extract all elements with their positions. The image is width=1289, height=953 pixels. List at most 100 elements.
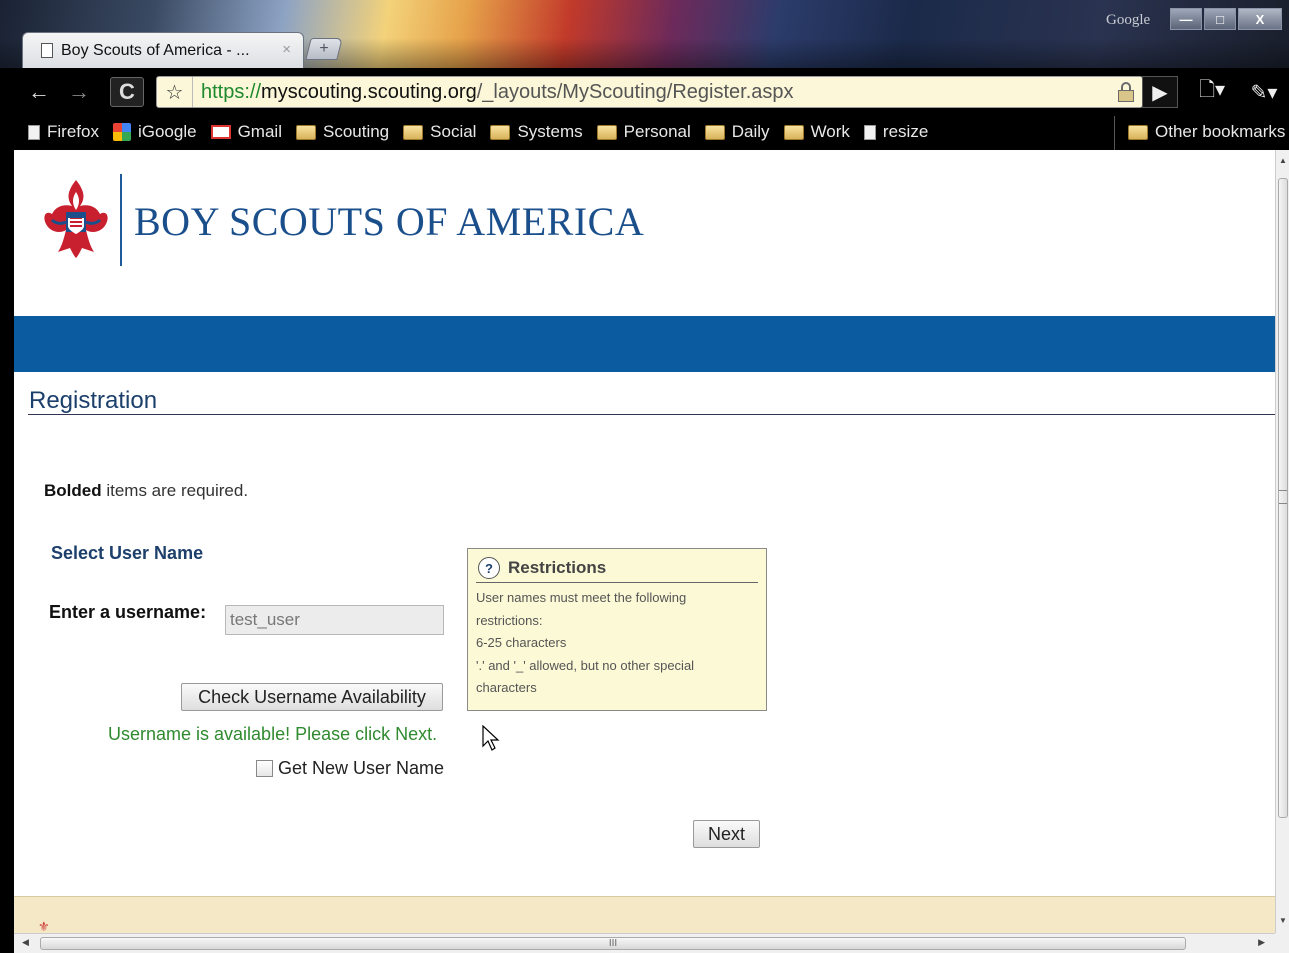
other-bookmarks[interactable]: Other bookmarks — [1128, 114, 1285, 150]
horizontal-scroll-thumb[interactable]: III — [40, 937, 1186, 950]
help-icon: ? — [478, 557, 500, 579]
mouse-pointer-icon — [482, 725, 500, 751]
bsa-fleur-de-lis-icon — [44, 180, 108, 258]
browser-toolbar: ← → C ☆ https://myscouting.scouting.org/… — [14, 68, 1289, 114]
restriction-line: restrictions: — [476, 612, 543, 628]
folder-icon — [1128, 124, 1148, 140]
required-note-rest: items are required. — [101, 481, 249, 500]
bookmark-star-icon[interactable]: ☆ — [157, 77, 193, 107]
restriction-line: 6-25 characters — [476, 635, 567, 650]
bookmark-resize[interactable]: resize — [863, 122, 929, 142]
bookmark-label: Daily — [731, 122, 770, 141]
scroll-left-icon[interactable]: ◀ — [22, 937, 29, 948]
brand-wordmark[interactable]: BOY SCOUTS OF AMERICA — [134, 198, 644, 245]
plus-icon: + — [319, 40, 329, 57]
folder-icon — [403, 124, 424, 140]
bookmark-firefox[interactable]: Firefox — [28, 122, 99, 142]
restrictions-header: ? Restrictions — [476, 557, 758, 583]
forward-button[interactable]: → — [62, 77, 96, 107]
gmail-icon — [210, 125, 231, 139]
folder-icon — [490, 124, 511, 140]
footer-logo-icon: ⚜ — [38, 919, 50, 933]
logo-divider — [120, 174, 122, 266]
page-icon — [28, 124, 40, 140]
availability-status: Username is available! Please click Next… — [108, 724, 438, 744]
bookmark-label: Gmail — [237, 122, 282, 141]
bookmark-label: Work — [810, 122, 850, 141]
bookmark-label: Systems — [517, 122, 583, 141]
close-window-button[interactable]: X — [1238, 8, 1282, 30]
new-tab-button[interactable]: + — [305, 38, 343, 60]
scroll-up-icon[interactable]: ▲ — [1278, 156, 1288, 165]
header-band — [14, 316, 1275, 372]
bookmark-folder-systems[interactable]: Systems — [490, 122, 583, 142]
title-rule — [28, 414, 1275, 415]
scrollbar-corner — [1275, 933, 1289, 953]
bookmark-folder-daily[interactable]: Daily — [704, 122, 770, 142]
restriction-line: User names must meet the following — [476, 590, 687, 605]
url-host: myscouting.scouting.org — [261, 80, 477, 103]
url-text[interactable]: https://myscouting.scouting.org/_layouts… — [193, 81, 794, 104]
page-favicon-icon — [41, 43, 53, 58]
bookmarks-bar: Firefox iGoogle Gmail Scouting Social Sy… — [14, 114, 1289, 150]
reload-button[interactable]: C — [110, 77, 144, 107]
minimize-button[interactable]: — — [1170, 8, 1202, 30]
bookmark-igoogle[interactable]: iGoogle — [112, 122, 197, 142]
username-input[interactable] — [225, 605, 444, 635]
bookmark-label: Personal — [623, 122, 691, 141]
bookmark-label: Scouting — [322, 122, 390, 141]
ssl-lock-icon[interactable] — [1118, 82, 1134, 102]
folder-icon — [596, 124, 617, 140]
play-extension-button[interactable]: ▶ — [1142, 76, 1178, 108]
check-availability-button[interactable]: Check Username Availability — [181, 683, 443, 711]
window-profile-label: Google — [1106, 12, 1151, 28]
horizontal-scrollbar[interactable]: ◀ III ▶ — [14, 933, 1275, 953]
bookmark-label: Firefox — [47, 122, 99, 141]
bookmark-gmail[interactable]: Gmail — [210, 122, 282, 142]
scroll-grip-icon — [1279, 490, 1287, 504]
bookmark-folder-scouting[interactable]: Scouting — [295, 122, 390, 142]
username-label: Enter a username: — [49, 602, 207, 622]
bookmarks-separator — [1114, 116, 1115, 150]
page-viewport: BOY SCOUTS OF AMERICA Registration Bolde… — [14, 150, 1275, 933]
url-path: /_layouts/MyScouting/Register.aspx — [476, 80, 794, 103]
required-note-bold: Bolded — [44, 481, 102, 500]
wrench-menu-button[interactable]: ✎▾ — [1242, 76, 1286, 108]
page-icon — [863, 124, 876, 140]
page-title: Registration — [29, 387, 158, 414]
page-menu-button[interactable]: 🗋▾ — [1190, 76, 1234, 108]
folder-icon — [783, 124, 804, 140]
bookmark-folder-personal[interactable]: Personal — [596, 122, 691, 142]
required-note: Bolded items are required. — [44, 481, 248, 501]
tab-close-icon[interactable]: × — [282, 41, 291, 58]
address-bar[interactable]: ☆ https://myscouting.scouting.org/_layou… — [156, 76, 1143, 108]
restrictions-panel: ? Restrictions User names must meet the … — [467, 548, 767, 711]
other-bookmarks-label: Other bookmarks — [1155, 122, 1286, 141]
restrictions-title: Restrictions — [508, 558, 607, 577]
new-username-checkbox[interactable] — [256, 760, 273, 777]
maximize-button[interactable]: □ — [1204, 8, 1236, 30]
new-username-label[interactable]: Get New User Name — [278, 758, 444, 779]
igoogle-icon — [112, 123, 131, 141]
section-title: Select User Name — [51, 543, 204, 563]
new-username-option[interactable]: Get New User Name — [256, 758, 444, 779]
footer-band: ⚜ — [14, 896, 1275, 933]
folder-icon — [704, 124, 725, 140]
folder-icon — [295, 124, 316, 140]
tab-title: Boy Scouts of America - ... — [61, 41, 250, 59]
window-controls: — □ X — [1170, 8, 1282, 30]
scroll-right-icon[interactable]: ▶ — [1258, 937, 1265, 948]
browser-tab-active[interactable]: Boy Scouts of America - ... × — [22, 32, 304, 68]
next-button[interactable]: Next — [693, 820, 760, 848]
bookmark-folder-social[interactable]: Social — [403, 122, 476, 142]
url-scheme: https:// — [201, 80, 262, 103]
bookmark-label: resize — [882, 122, 929, 141]
restriction-line: characters — [476, 680, 537, 695]
restriction-line: '.' and '_' allowed, but no other specia… — [476, 657, 695, 673]
vertical-scrollbar[interactable]: ▲ ▼ — [1275, 150, 1289, 933]
bookmark-label: iGoogle — [137, 122, 197, 141]
back-button[interactable]: ← — [22, 77, 56, 107]
bookmark-folder-work[interactable]: Work — [783, 122, 850, 142]
bookmark-label: Social — [430, 122, 477, 141]
scroll-down-icon[interactable]: ▼ — [1278, 916, 1288, 925]
